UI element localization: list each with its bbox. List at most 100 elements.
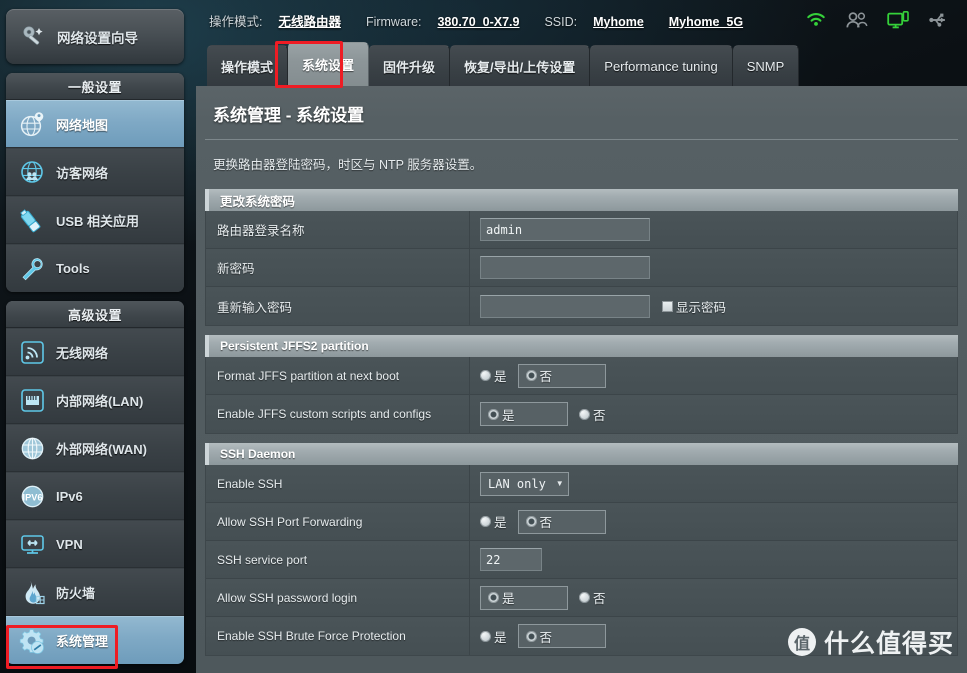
table-row-ssh-brute-force-protection: Enable SSH Brute Force Protection 是 否 (206, 617, 957, 655)
table-row-router-login-name: 路由器登录名称 (206, 211, 957, 249)
page-description: 更换路由器登陆密码，时区与 NTP 服务器设置。 (213, 158, 483, 172)
wifi-icon[interactable] (804, 9, 828, 31)
ssh-brute-force-radio-no[interactable]: 否 (517, 624, 606, 648)
radio-label: 是 (494, 370, 507, 384)
sidebar-item-administration[interactable]: 系统管理 (6, 616, 184, 664)
firewall-icon (17, 577, 47, 607)
section-title: Persistent JFFS2 partition (205, 335, 958, 357)
status-summary: 操作模式: 无线路由器 Firmware: 380.70_0-X7.9 SSID… (209, 11, 743, 30)
enable-jffs-scripts-radio-no[interactable]: 否 (579, 405, 606, 424)
radio-label: 是 (494, 630, 507, 645)
wireless-icon (17, 337, 47, 367)
radio-label: 否 (593, 592, 606, 606)
sidebar-item-vpn[interactable]: VPN (6, 520, 184, 568)
sidebar-item-ipv6[interactable]: IPV6 IPv6 (6, 472, 184, 520)
radio-dot (488, 592, 499, 603)
sidebar-item-network-wizard[interactable]: 网络设置向导 (6, 9, 184, 64)
radio-label: 否 (539, 630, 553, 645)
ssh-port-forwarding-radio-yes[interactable]: 是 (480, 512, 507, 531)
radio-dot (525, 630, 537, 642)
ssh-password-login-radio-no[interactable]: 否 (579, 588, 606, 607)
section-title: SSH Daemon (205, 443, 958, 465)
format-jffs-radio-no[interactable]: 否 (517, 363, 606, 388)
sidebar-item-tools[interactable]: Tools (6, 244, 184, 292)
enable-ssh-select[interactable]: LAN only ▼ (480, 471, 569, 496)
router-login-name-input[interactable] (480, 218, 650, 241)
sidebar-item-lan[interactable]: 内部网络(LAN) (6, 376, 184, 424)
table-row-ssh-password-login: Allow SSH password login 是 否 (206, 579, 957, 617)
format-jffs-radio-yes[interactable]: 是 (480, 366, 507, 385)
operation-mode-value[interactable]: 无线路由器 (278, 15, 341, 29)
sidebar-group-title-general: 一般设置 (6, 73, 184, 100)
administration-icon (17, 626, 47, 656)
radio-dot (579, 592, 590, 603)
ssh-brute-force-radio-group: 是 否 (480, 624, 606, 648)
sidebar-item-wireless[interactable]: 无线网络 (6, 328, 184, 376)
sidebar-item-guest-network[interactable]: 访客网络 (6, 148, 184, 196)
sidebar-group-advanced: 高级设置 无线网络 内部网络(LAN) 外部网络(WAN) IPV6 IPv6 … (6, 301, 184, 664)
top-status-bar: 操作模式: 无线路由器 Firmware: 380.70_0-X7.9 SSID… (190, 0, 967, 40)
tab-performance-tuning[interactable]: Performance tuning (590, 45, 733, 86)
sidebar-group-title-advanced: 高级设置 (6, 301, 184, 328)
ssh-service-port-input[interactable] (480, 548, 542, 571)
sidebar-item-label: 防火墙 (56, 585, 96, 601)
sidebar-item-label: 访客网络 (56, 165, 109, 181)
section-ssh-daemon: SSH Daemon Enable SSH LAN only ▼ Allow S… (205, 443, 958, 656)
show-password-checkbox-wrap[interactable]: 显示密码 (662, 297, 726, 316)
ssh-port-forwarding-radio-no[interactable]: 否 (517, 509, 606, 534)
ipv6-icon: IPV6 (17, 481, 47, 511)
ssid-label: SSID: (544, 14, 578, 29)
tab-snmp[interactable]: SNMP (732, 45, 800, 86)
sidebar-item-label: 无线网络 (56, 345, 109, 361)
table-row-retype-password: 重新输入密码 显示密码 (206, 287, 957, 325)
firmware-version-value[interactable]: 380.70_0-X7.9 (437, 15, 519, 29)
radio-dot (488, 408, 499, 420)
wizard-icon (18, 22, 48, 52)
sidebar: 网络设置向导 一般设置 网络地图 访客网络 USB 相关应用 Tools 高级设… (0, 0, 190, 673)
radio-dot (525, 370, 537, 381)
enable-jffs-scripts-radio-yes[interactable]: 是 (480, 402, 568, 426)
row-label: 重新输入密码 (206, 287, 470, 325)
guest-network-icon (17, 157, 47, 187)
ssh-password-login-radio-group: 是 否 (480, 585, 606, 610)
sidebar-item-label: Tools (56, 261, 90, 276)
sidebar-item-label: 网络设置向导 (57, 30, 138, 46)
row-label: Enable SSH Brute Force Protection (206, 617, 470, 655)
chevron-down-icon: ▼ (555, 478, 564, 488)
row-label: Allow SSH Port Forwarding (206, 503, 470, 540)
ssh-password-login-radio-yes[interactable]: 是 (480, 585, 568, 610)
show-password-checkbox[interactable] (662, 300, 673, 312)
tab-restore-save-upload[interactable]: 恢复/导出/上传设置 (450, 45, 591, 86)
row-label: Enable SSH (206, 465, 470, 502)
usb-icon[interactable] (927, 9, 951, 31)
table-row-enable-jffs-scripts: Enable JFFS custom scripts and configs 是… (206, 395, 957, 433)
ssid-value-5g[interactable]: Myhome_5G (669, 15, 743, 29)
tab-operation-mode[interactable]: 操作模式 (207, 45, 289, 86)
sidebar-item-firewall[interactable]: 防火墙 (6, 568, 184, 616)
row-label: 新密码 (206, 249, 470, 286)
new-password-input[interactable] (480, 256, 650, 279)
table-row-enable-ssh: Enable SSH LAN only ▼ (206, 465, 957, 503)
radio-label: 否 (539, 516, 553, 530)
tab-firmware-upgrade[interactable]: 固件升级 (369, 45, 451, 86)
ssid-value-24g[interactable]: Myhome (593, 15, 644, 29)
sidebar-item-label: USB 相关应用 (56, 213, 140, 229)
sidebar-item-label: 系统管理 (56, 634, 109, 649)
format-jffs-radio-group: 是 否 (480, 363, 606, 388)
row-label: SSH service port (206, 541, 470, 578)
sidebar-item-usb-application[interactable]: USB 相关应用 (6, 196, 184, 244)
radio-dot (579, 408, 590, 420)
lan-icon (17, 385, 47, 415)
tab-system-settings[interactable]: 系统设置 (288, 42, 370, 86)
section-jffs2-partition: Persistent JFFS2 partition Format JFFS p… (205, 335, 958, 434)
radio-label: 否 (593, 408, 606, 423)
clients-icon[interactable] (845, 9, 869, 31)
radio-dot (525, 516, 537, 527)
monitor-icon[interactable] (886, 9, 910, 31)
sidebar-item-label: IPv6 (56, 488, 83, 504)
sidebar-item-network-map[interactable]: 网络地图 (6, 100, 184, 148)
ssh-brute-force-radio-yes[interactable]: 是 (480, 627, 507, 646)
show-password-label: 显示密码 (676, 300, 727, 315)
retype-password-input[interactable] (480, 294, 650, 318)
sidebar-item-wan[interactable]: 外部网络(WAN) (6, 424, 184, 472)
